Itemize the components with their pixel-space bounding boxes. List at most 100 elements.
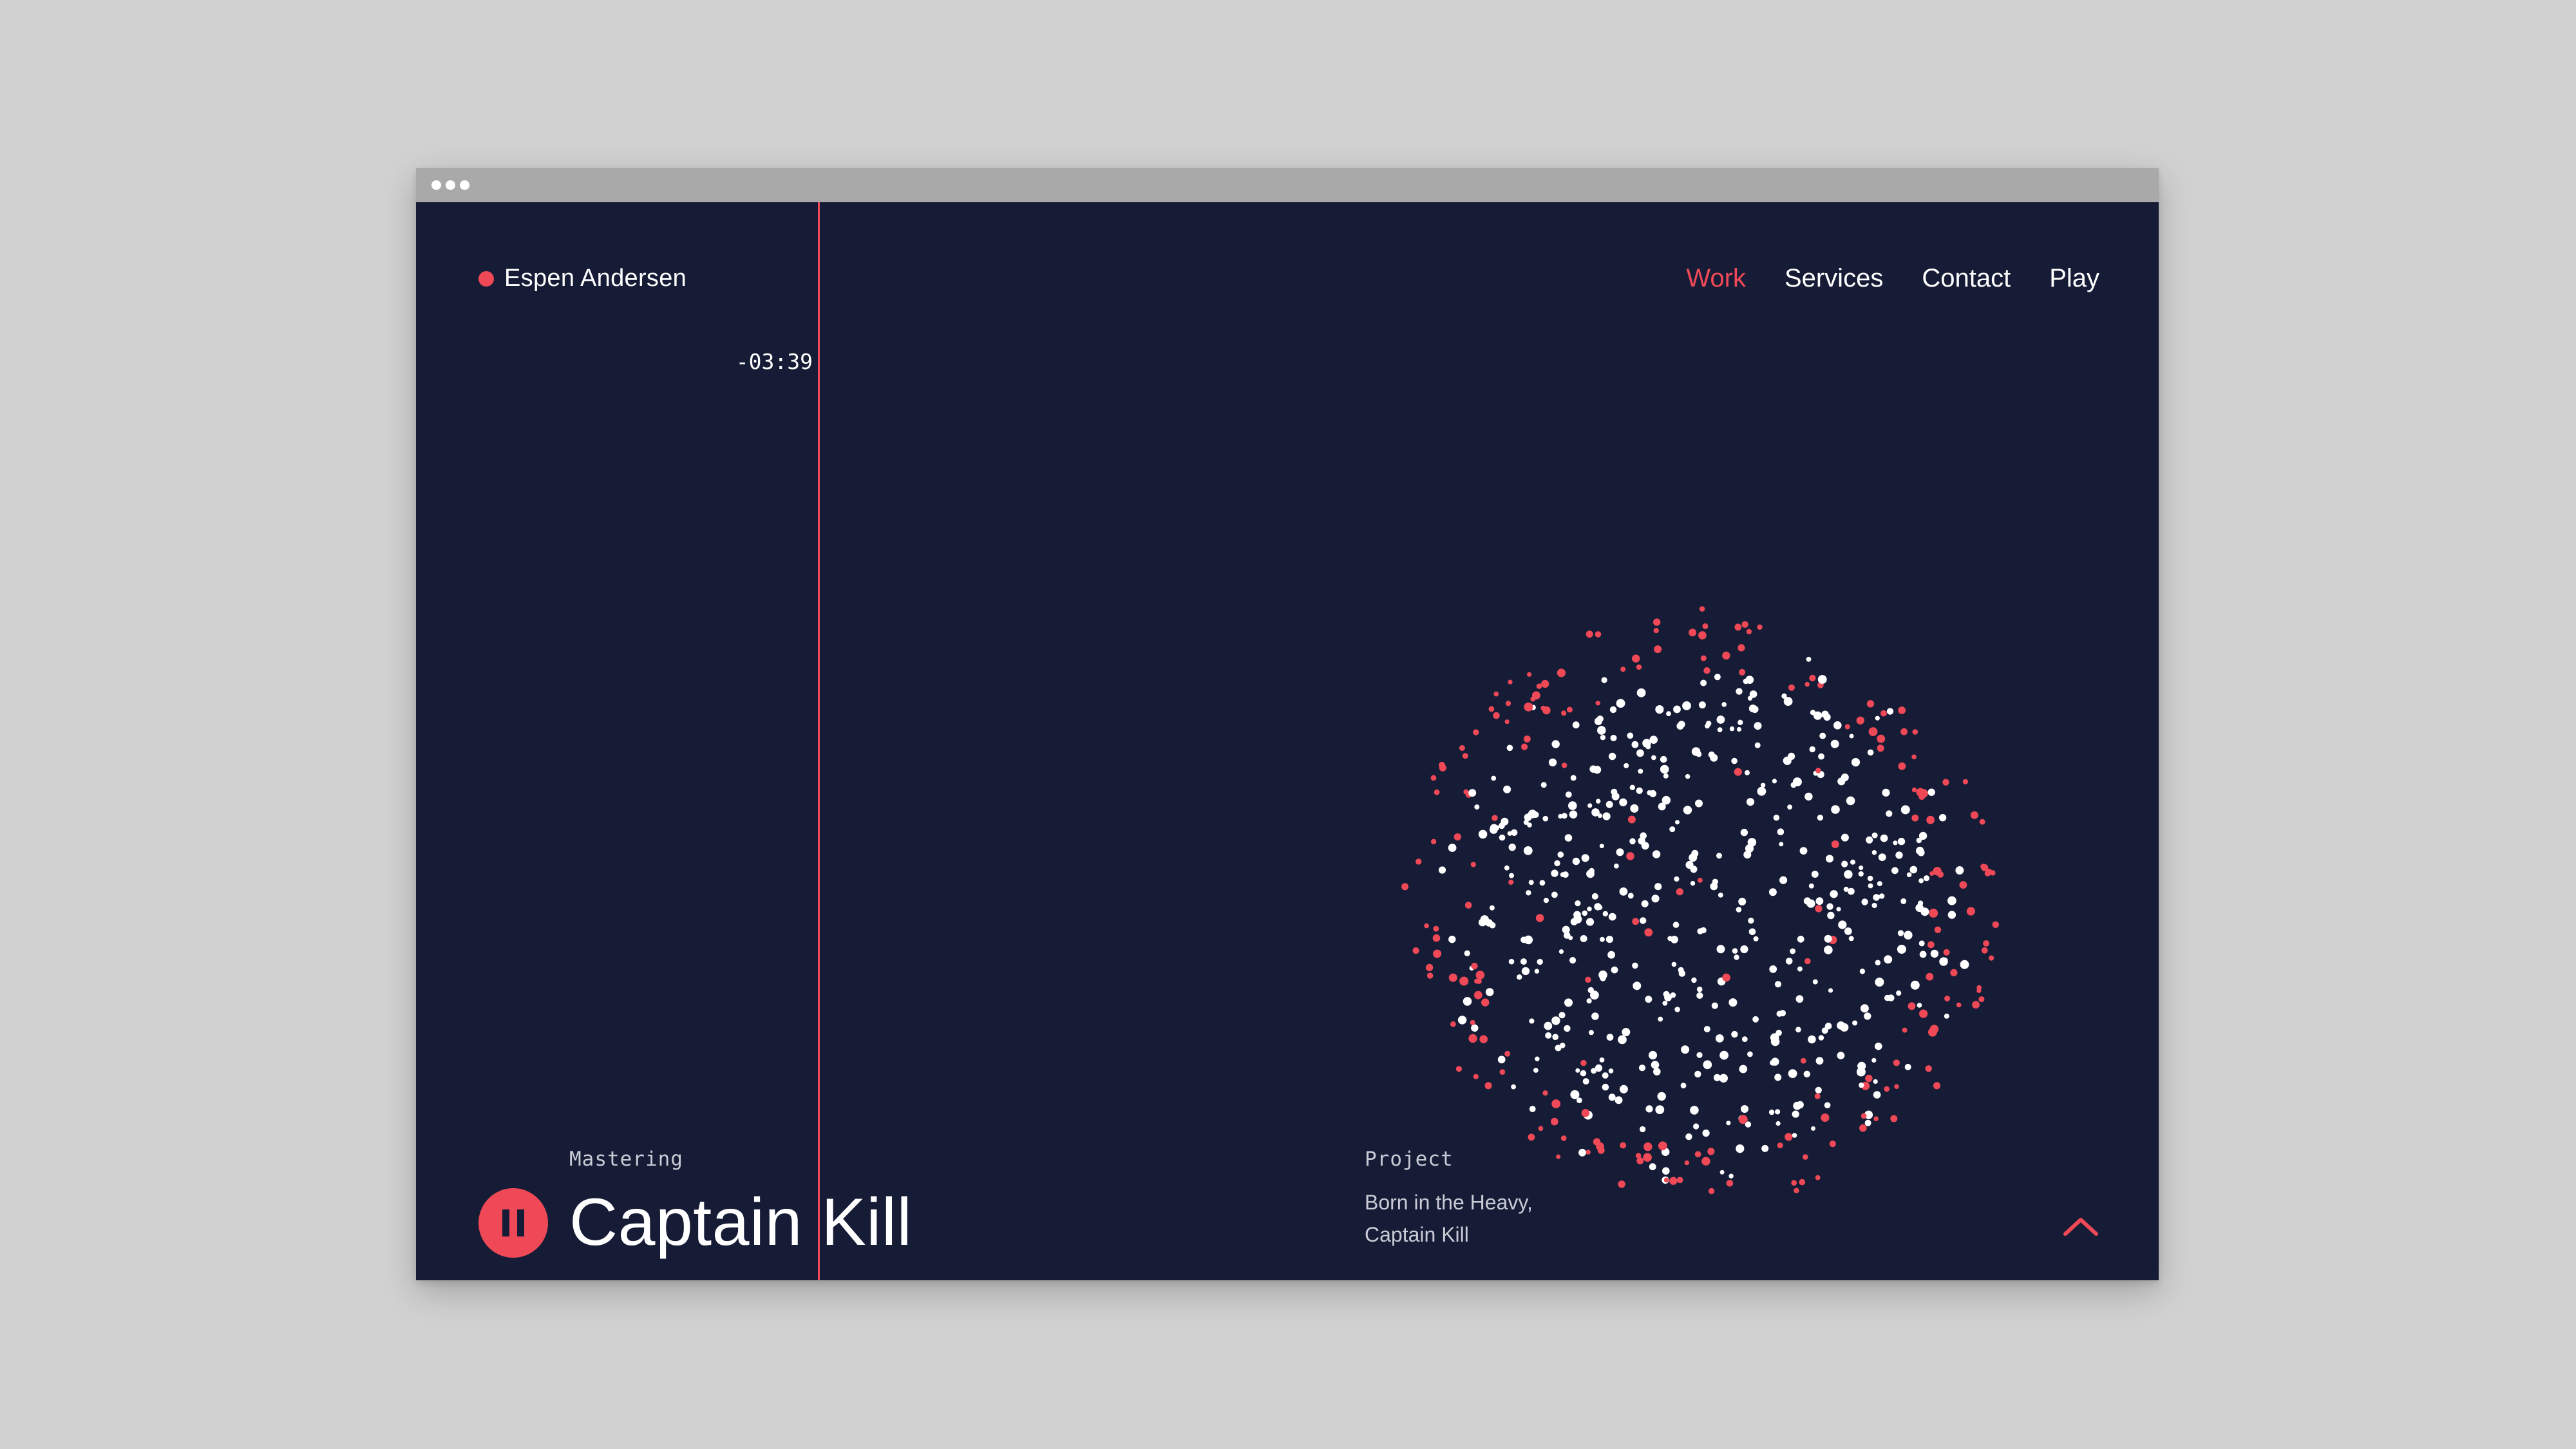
visualizer-dot: [1806, 656, 1812, 662]
visualizer-dot: [1911, 787, 1917, 793]
visualizer-dot: [1570, 1090, 1580, 1099]
visualizer-dot: [1746, 629, 1752, 634]
visualizer-dot: [1468, 789, 1477, 797]
visualizer-dot: [1459, 976, 1469, 986]
visualizer-dot: [1629, 838, 1636, 845]
visualizer-dot: [1815, 1057, 1824, 1065]
visualizer-dot: [1653, 618, 1661, 626]
visualizer-dot: [1676, 1177, 1683, 1184]
visualizer-dot: [1561, 762, 1567, 768]
visualizer-dot: [1526, 890, 1531, 896]
visualizer-dot: [1898, 762, 1906, 770]
pause-button[interactable]: [478, 1188, 548, 1258]
visualizer-dot: [1738, 898, 1747, 905]
visualizer-dot: [1511, 1084, 1516, 1090]
visualizer-dot: [1833, 721, 1842, 730]
visualizer-dot: [1795, 995, 1804, 1003]
browser-chrome-bar: [416, 168, 2159, 202]
visualizer-dot: [1819, 732, 1826, 739]
nav-item-play[interactable]: Play: [2049, 264, 2099, 293]
visualizer-dot: [1528, 880, 1534, 886]
visualizer-dot: [1473, 990, 1482, 999]
visualizer-dot: [1586, 918, 1595, 926]
visualizer-dot: [1676, 888, 1683, 896]
visualizer-dot: [1895, 851, 1903, 859]
visualizer-dot: [1792, 1110, 1799, 1118]
visualizer-dot: [1551, 1117, 1558, 1126]
visualizer-dot: [1596, 799, 1601, 804]
visualizer-dot: [1645, 1105, 1653, 1113]
visualizer-dot: [1484, 1082, 1492, 1090]
visualizer-dot: [1529, 1106, 1536, 1112]
visualizer-dot: [1753, 936, 1759, 942]
visualizer-dot: [1578, 1148, 1586, 1157]
window-dot-icon[interactable]: [460, 180, 469, 190]
window-dot-icon[interactable]: [446, 180, 455, 190]
visualizer-dot: [1560, 872, 1566, 877]
visualizer-dot: [1837, 777, 1846, 786]
visualizer-dot: [1906, 872, 1912, 878]
visualizer-dot: [1902, 1027, 1908, 1033]
visualizer-dot: [1471, 962, 1478, 970]
visualizer-dot: [1658, 802, 1666, 811]
visualizer-dot: [1640, 917, 1647, 924]
visualizer-dot: [1757, 624, 1763, 630]
visualizer-dot: [1636, 688, 1646, 697]
visualizer-dot: [1754, 742, 1761, 748]
nav-item-contact[interactable]: Contact: [1922, 264, 2011, 293]
visualizer-dot: [1448, 844, 1457, 852]
visualizer-dot: [1821, 1113, 1830, 1122]
visualizer-dot: [1858, 871, 1864, 877]
visualizer-dot: [1581, 854, 1589, 862]
visualizer-dot: [1597, 905, 1603, 910]
visualizer-dot: [1509, 873, 1514, 878]
visualizer-dot: [1416, 858, 1422, 865]
visualizer-dot: [1911, 814, 1919, 822]
visualizer-dot: [1788, 752, 1795, 760]
visualizer-dot: [1865, 1074, 1873, 1083]
visualizer-dot: [1888, 994, 1895, 1001]
visualizer-dot: [1580, 1059, 1587, 1066]
visualizer-dot: [1810, 710, 1816, 715]
visualizer-dot: [1912, 729, 1918, 735]
visualizer-dot: [1538, 1126, 1544, 1132]
visualizer-dot: [1626, 852, 1634, 860]
visualizer-dot: [1521, 743, 1528, 750]
visualizer-dot: [1700, 655, 1707, 661]
visualizer-dot: [1748, 928, 1756, 936]
visualizer-dot: [1524, 935, 1533, 945]
visualizer-dot: [1517, 974, 1522, 980]
visualizer-dot: [1476, 978, 1482, 984]
visualizer-dot: [1582, 910, 1587, 916]
visualizer-dot: [1685, 1133, 1692, 1141]
visualizer-dot: [1539, 880, 1546, 886]
nav-item-services[interactable]: Services: [1785, 264, 1883, 293]
visualizer-dot: [1611, 966, 1618, 974]
visualizer-dot: [1919, 951, 1927, 958]
visualizer-dot: [1568, 801, 1577, 810]
visualizer-dot: [1933, 1082, 1940, 1090]
visualizer-dot: [1548, 758, 1557, 767]
nav-item-work[interactable]: Work: [1686, 264, 1746, 293]
brand-logo[interactable]: Espen Andersen: [478, 265, 687, 292]
visualizer-dot: [1943, 949, 1950, 956]
visualizer-dot: [1719, 1170, 1725, 1175]
chevron-up-icon[interactable]: [2061, 1213, 2100, 1239]
visualizer-dot: [1663, 1177, 1669, 1183]
visualizer-dot: [1631, 741, 1639, 748]
visualizer-dot: [1708, 751, 1715, 758]
visualizer-dot: [1577, 1097, 1582, 1103]
visualizer-dot: [1923, 875, 1930, 882]
visualizer-dot: [1464, 950, 1470, 956]
visualizer-dot: [1882, 788, 1890, 797]
visualizer-dot: [1707, 1148, 1715, 1155]
visualizer-dot: [1829, 1141, 1836, 1148]
playhead-line[interactable]: [818, 202, 820, 1280]
visualizer-dot: [1683, 806, 1692, 815]
visualizer-dot: [1897, 945, 1906, 954]
visualizer-dot: [1722, 651, 1730, 660]
window-dot-icon[interactable]: [431, 180, 441, 190]
visualizer-dot: [1566, 706, 1573, 713]
visualizer-dot: [1636, 749, 1644, 757]
visualizer-dot: [1884, 955, 1893, 964]
